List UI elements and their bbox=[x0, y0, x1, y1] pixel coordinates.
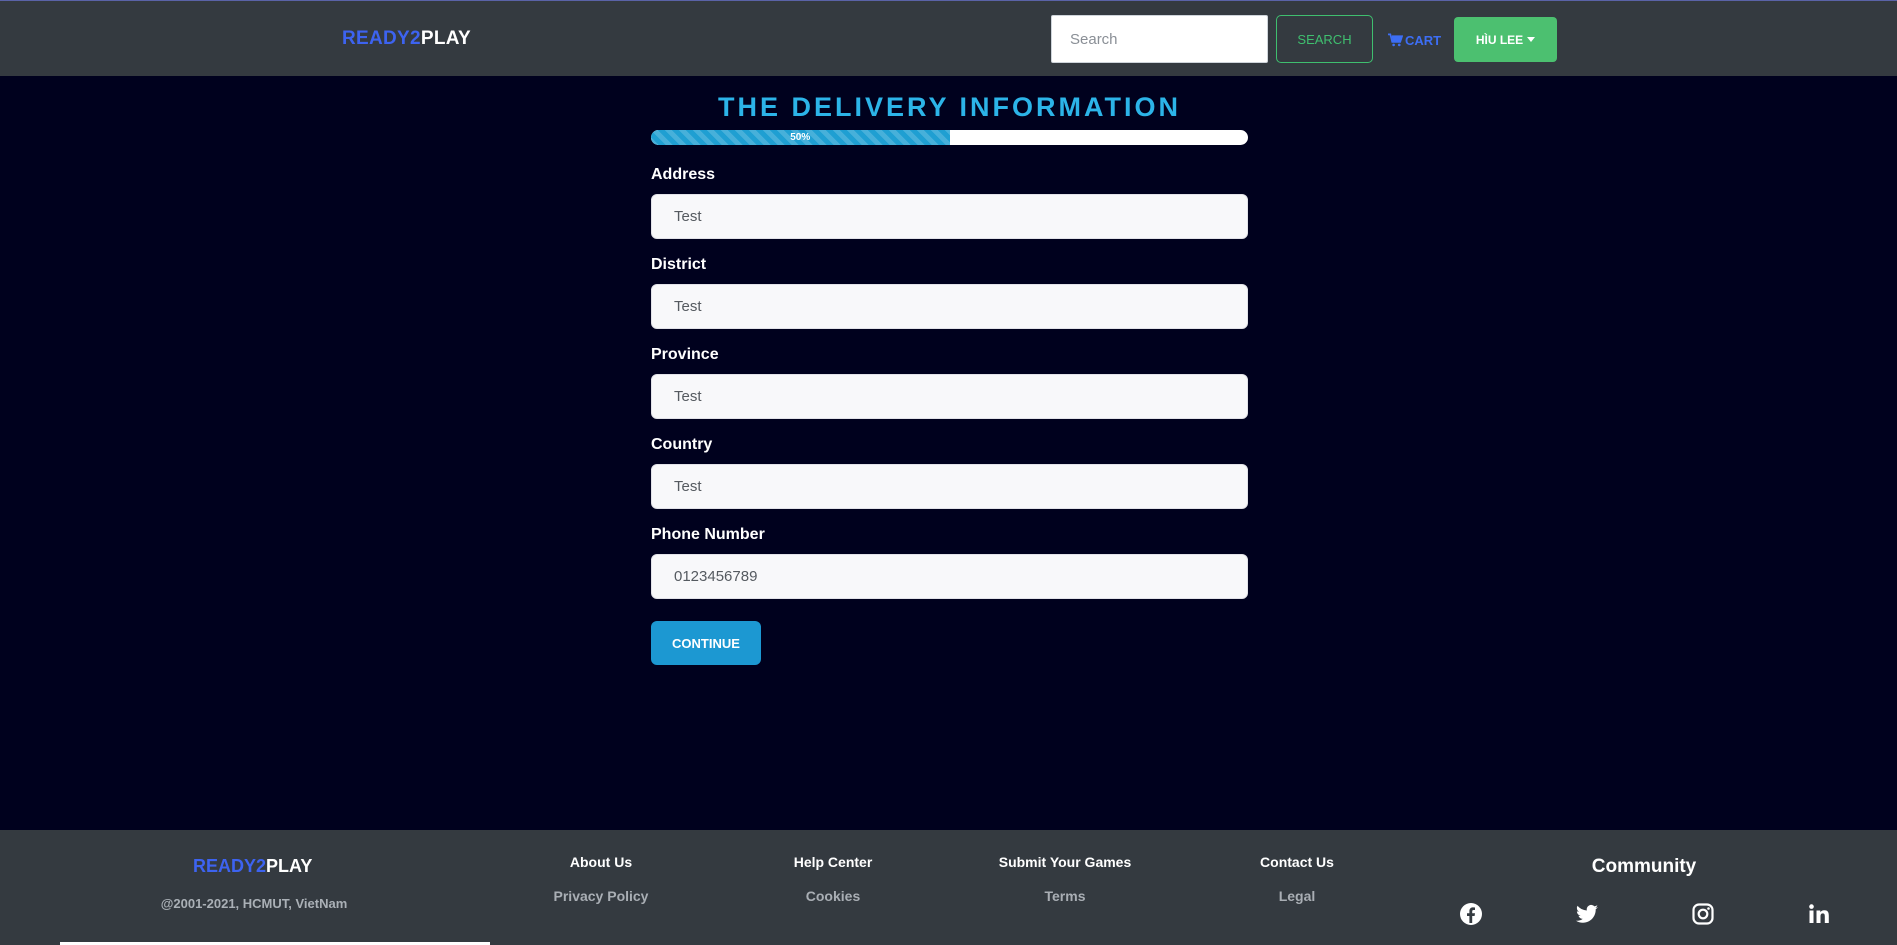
cart-icon bbox=[1388, 33, 1403, 47]
province-field[interactable] bbox=[651, 374, 1248, 419]
footer-brand-part2: PLAY bbox=[266, 856, 313, 876]
footer-column-about: About Us Privacy Policy bbox=[511, 854, 691, 904]
footer-link-legal[interactable]: Legal bbox=[1207, 888, 1387, 904]
country-label: Country bbox=[651, 436, 713, 453]
search-button[interactable]: SEARCH bbox=[1276, 15, 1373, 63]
brand-part1: READY2 bbox=[342, 28, 421, 49]
user-menu-button[interactable]: HÌU LEE bbox=[1454, 17, 1557, 62]
footer-heading-help[interactable]: Help Center bbox=[743, 854, 923, 870]
footer-heading-submit[interactable]: Submit Your Games bbox=[975, 854, 1155, 870]
search-input[interactable] bbox=[1051, 15, 1268, 63]
page-title: THE DELIVERY INFORMATION bbox=[717, 92, 1181, 122]
navbar: READY2PLAY SEARCH CART HÌU LEE bbox=[0, 0, 1897, 76]
progress-fill: 50% bbox=[651, 130, 950, 145]
district-label: District bbox=[651, 256, 707, 273]
twitter-icon[interactable] bbox=[1573, 900, 1601, 928]
footer-column-contact: Contact Us Legal bbox=[1207, 854, 1387, 904]
address-field[interactable] bbox=[651, 194, 1248, 239]
footer-brand-part1: READY2 bbox=[193, 856, 267, 876]
copyright-text: @2001-2021, HCMUT, VietNam bbox=[160, 896, 348, 911]
progress-label: 50% bbox=[790, 132, 811, 143]
footer-column-help: Help Center Cookies bbox=[743, 854, 923, 904]
footer-brand: READY2PLAY bbox=[193, 856, 312, 877]
community-title: Community bbox=[1591, 856, 1697, 877]
footer-link-privacy[interactable]: Privacy Policy bbox=[511, 888, 691, 904]
brand-logo[interactable]: READY2PLAY bbox=[342, 28, 471, 50]
facebook-icon[interactable] bbox=[1457, 900, 1485, 928]
cart-link[interactable]: CART bbox=[1388, 30, 1441, 50]
footer-link-cookies[interactable]: Cookies bbox=[743, 888, 923, 904]
phone-field[interactable] bbox=[651, 554, 1248, 599]
progress-bar: 50% bbox=[651, 130, 1248, 145]
country-field[interactable] bbox=[651, 464, 1248, 509]
linkedin-icon[interactable] bbox=[1805, 900, 1833, 928]
footer-heading-contact[interactable]: Contact Us bbox=[1207, 854, 1387, 870]
cart-label: CART bbox=[1405, 32, 1442, 48]
footer-heading-about[interactable]: About Us bbox=[511, 854, 691, 870]
province-label: Province bbox=[651, 346, 719, 363]
district-field[interactable] bbox=[651, 284, 1248, 329]
chevron-down-icon bbox=[1527, 37, 1536, 42]
address-label: Address bbox=[651, 166, 716, 183]
footer: READY2PLAY @2001-2021, HCMUT, VietNam Ab… bbox=[0, 830, 1897, 945]
phone-label: Phone Number bbox=[651, 526, 765, 543]
footer-column-submit: Submit Your Games Terms bbox=[975, 854, 1155, 904]
instagram-icon[interactable] bbox=[1689, 900, 1717, 928]
user-name: HÌU LEE bbox=[1475, 32, 1524, 47]
footer-link-terms[interactable]: Terms bbox=[975, 888, 1155, 904]
continue-button[interactable]: CONTINUE bbox=[651, 621, 761, 665]
brand-part2: PLAY bbox=[420, 28, 472, 49]
